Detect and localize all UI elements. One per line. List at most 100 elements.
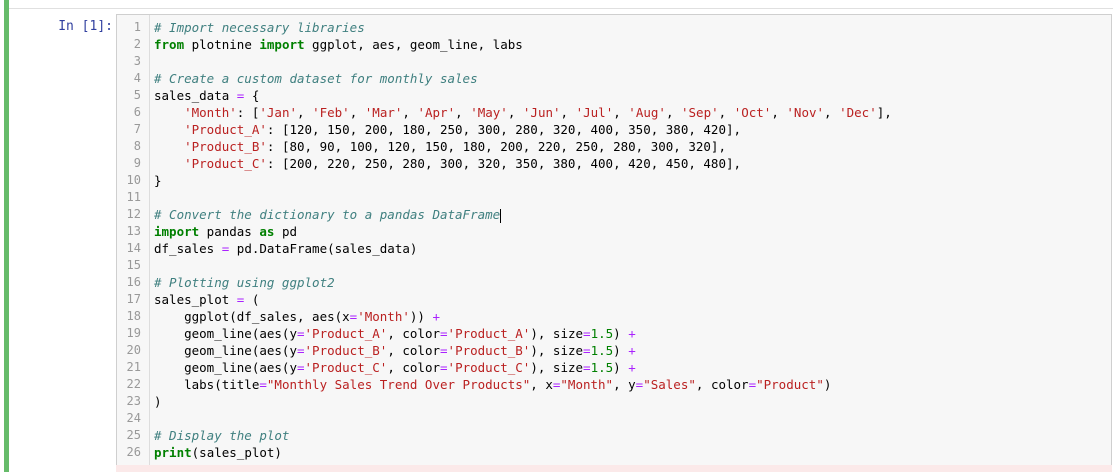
code-line[interactable]: 16 # Plotting using ggplot2 <box>117 274 1107 291</box>
code-line[interactable]: 11 <box>117 189 1107 206</box>
code-token: 'Product_A' <box>447 326 531 341</box>
code-token: ) <box>613 326 629 341</box>
code-line[interactable]: 24 <box>117 410 1107 427</box>
editor-bottom-strip <box>116 465 1112 472</box>
code-token: "Month" <box>560 377 614 392</box>
code-line[interactable]: 17 sales_plot = ( <box>117 291 1107 308</box>
code-text: # Convert the dictionary to a pandas Dat… <box>154 206 502 223</box>
code-line[interactable]: 5 sales_data = { <box>117 87 1107 104</box>
line-number: 3 <box>133 54 141 68</box>
code-token: 1.5 <box>590 343 614 358</box>
code-line[interactable]: 1 # Import necessary libraries <box>117 19 1107 36</box>
code-token: = <box>297 343 305 358</box>
code-token: 'Product_A' <box>304 326 388 341</box>
code-token: # Display the plot <box>154 428 290 443</box>
code-text: df_sales = pd.DataFrame(sales_data) <box>154 240 417 257</box>
code-token: )) <box>409 309 433 324</box>
code-token: + <box>628 360 636 375</box>
code-token: 'Oct' <box>733 105 772 120</box>
code-token: } <box>154 173 162 188</box>
code-token: , <box>718 105 734 120</box>
code-token: 'Product_B' <box>184 139 267 154</box>
code-token: 1.5 <box>590 360 614 375</box>
code-line[interactable]: 18 ggplot(df_sales, aes(x='Month')) + <box>117 308 1107 325</box>
code-token: = <box>748 377 757 392</box>
code-token: ( <box>244 292 260 307</box>
code-token: : [120, 150, 200, 180, 250, 300, 280, 32… <box>266 122 742 137</box>
code-text: print(sales_plot) <box>154 444 282 461</box>
code-line[interactable]: 3 <box>117 53 1107 70</box>
code-token: { <box>244 88 260 103</box>
code-token: 'Jan' <box>259 105 298 120</box>
code-token: 'Nov' <box>786 105 825 120</box>
code-token: 'Jul' <box>575 105 614 120</box>
code-token: , color <box>387 343 441 358</box>
code-text: 'Product_A': [120, 150, 200, 180, 250, 3… <box>154 121 741 138</box>
code-token: , <box>297 105 313 120</box>
code-token: , color <box>387 326 441 341</box>
code-line[interactable]: 10} <box>117 172 1107 189</box>
code-token: ) <box>823 377 832 392</box>
line-number: 18 <box>126 309 141 323</box>
code-line[interactable]: 8 'Product_B': [80, 90, 100, 120, 150, 1… <box>117 138 1107 155</box>
code-text: 'Product_C': [200, 220, 250, 280, 300, 3… <box>154 155 741 172</box>
code-token: , <box>665 105 681 120</box>
line-number: 5 <box>133 88 141 102</box>
code-token: 'Mar' <box>364 105 403 120</box>
code-line[interactable]: 13 import pandas as pd <box>117 223 1107 240</box>
code-line[interactable]: 6 'Month': ['Jan', 'Feb', 'Mar', 'Apr', … <box>117 104 1107 121</box>
line-number: 8 <box>133 139 141 153</box>
code-token: , <box>455 105 471 120</box>
code-token: , <box>402 105 418 120</box>
code-line[interactable]: 7 'Product_A': [120, 150, 200, 180, 250,… <box>117 121 1107 138</box>
line-number: 1 <box>133 20 141 34</box>
text-cursor <box>500 208 502 223</box>
code-line[interactable]: 15 <box>117 257 1107 274</box>
line-number: 9 <box>133 156 141 170</box>
code-token: 'Product_B' <box>304 343 388 358</box>
cell-divider <box>9 8 1113 9</box>
code-text: ) <box>154 393 162 410</box>
code-token: : [80, 90, 100, 120, 150, 180, 200, 220,… <box>266 139 726 154</box>
code-token: : [ <box>236 105 260 120</box>
code-text: sales_plot = ( <box>154 291 259 308</box>
code-token: = <box>583 360 591 375</box>
line-number: 17 <box>126 292 141 306</box>
code-token: , <box>824 105 840 120</box>
code-token: (sales_plot) <box>191 445 282 460</box>
code-token: 'Product_C' <box>447 360 531 375</box>
code-line[interactable]: 12 # Convert the dictionary to a pandas D… <box>117 206 1107 223</box>
code-token: sales_data <box>154 88 237 103</box>
line-number: 16 <box>126 275 141 289</box>
code-line[interactable]: 4 # Create a custom dataset for monthly s… <box>117 70 1107 87</box>
code-line[interactable]: 2 from plotnine import ggplot, aes, geom_… <box>117 36 1107 53</box>
code-token: 'Sep' <box>681 105 719 120</box>
code-line[interactable]: 26 print(sales_plot) <box>117 444 1107 461</box>
code-token: # Import necessary libraries <box>154 20 365 35</box>
code-line[interactable]: 20 geom_line(aes(y='Product_B', color='P… <box>117 342 1107 359</box>
code-token: "Monthly Sales Trend Over Products" <box>266 377 531 392</box>
code-token: plotnine <box>184 37 260 52</box>
code-text: # Display the plot <box>154 427 289 444</box>
code-token: , y <box>613 377 636 392</box>
notebook-page: In [1]: 1 # Import necessary libraries 2 fr… <box>0 0 1120 472</box>
code-token: "Product" <box>756 377 824 392</box>
code-line[interactable]: 22 labs(title="Monthly Sales Trend Over … <box>117 376 1107 393</box>
code-line[interactable]: 9 'Product_C': [200, 220, 250, 280, 300,… <box>117 155 1107 172</box>
code-token: ), size <box>530 360 584 375</box>
code-line[interactable]: 25 # Display the plot <box>117 427 1107 444</box>
code-editor[interactable]: 1 # Import necessary libraries 2 from plotn… <box>116 14 1112 466</box>
code-line[interactable]: 23) <box>117 393 1107 410</box>
code-token: 'May' <box>470 105 508 120</box>
code-line[interactable]: 14 df_sales = pd.DataFrame(sales_data) <box>117 240 1107 257</box>
code-token: , color <box>695 377 749 392</box>
code-token: "Sales" <box>643 377 696 392</box>
code-text: # Plotting using ggplot2 <box>154 274 335 291</box>
code-text: } <box>154 172 162 189</box>
line-number: 15 <box>126 258 141 272</box>
code-line[interactable]: 19 geom_line(aes(y='Product_A', color='P… <box>117 325 1107 342</box>
code-token: = <box>259 377 267 392</box>
code-line[interactable]: 21 geom_line(aes(y='Product_C', color='P… <box>117 359 1107 376</box>
code-token: ) <box>613 343 629 358</box>
